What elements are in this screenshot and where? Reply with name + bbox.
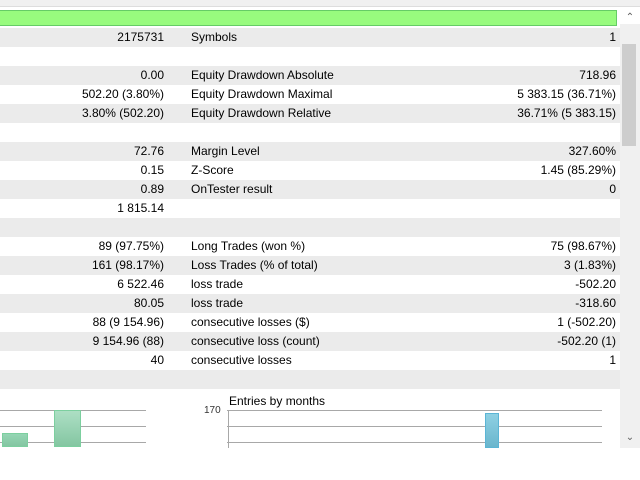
chart-bar (2, 433, 28, 447)
table-row: 89 (97.75%) Long Trades (won %) 75 (98.67%… (0, 237, 620, 256)
value-left: 6 522.46 (117, 277, 164, 291)
label-right: loss trade (191, 296, 244, 310)
table-row: 1 815.14 (0, 199, 620, 218)
value-left: 40 (150, 353, 164, 367)
label-right: Loss Trades (% of total) (191, 258, 318, 272)
value-right: -502.20 (575, 277, 616, 291)
table-row: 9 154.96 (88) consecutive loss (count) -50… (0, 332, 620, 351)
entries-chart-left (0, 410, 146, 447)
chart-bar (485, 413, 499, 448)
table-row: 161 (98.17%) Loss Trades (% of total) 3 (1… (0, 256, 620, 275)
label-right: Z-Score (191, 163, 234, 177)
value-right: 1.45 (85.29%) (540, 163, 616, 177)
value-left: 0.00 (140, 68, 164, 82)
table-row: 6 522.46 loss trade -502.20 (0, 275, 620, 294)
table-row: 40 consecutive losses 1 (0, 351, 620, 370)
scroll-down-icon[interactable]: ⌄ (620, 432, 640, 443)
value-right: -502.20 (1) (557, 334, 616, 348)
label-right: Margin Level (191, 144, 260, 158)
value-right: 0 (609, 182, 616, 196)
label-right: Long Trades (won %) (191, 239, 306, 253)
value-right: 1 (-502.20) (557, 315, 616, 329)
table-row: 72.76 Margin Level 327.60% (0, 142, 620, 161)
value-left: 89 (97.75%) (98, 239, 164, 253)
table-row (0, 123, 620, 142)
table-row: 502.20 (3.80%) Equity Drawdown Maximal 5 3… (0, 85, 620, 104)
value-left: 0.15 (140, 163, 164, 177)
value-right: 1 (609, 353, 616, 367)
value-right: 36.71% (5 383.15) (517, 106, 616, 120)
value-right: 3 (1.83%) (563, 258, 616, 272)
entries-by-months-chart: Entries by months 170 (186, 392, 606, 448)
top-border (0, 0, 640, 7)
value-left: 0.89 (140, 182, 164, 196)
value-right: 75 (98.67%) (550, 239, 616, 253)
table-row: 0.00 Equity Drawdown Absolute 718.96 (0, 66, 620, 85)
table-row: 2175731 Symbols 1 (0, 28, 620, 47)
table-row (0, 47, 620, 66)
label-right: OnTester result (191, 182, 273, 196)
label-right: Equity Drawdown Relative (191, 106, 332, 120)
chart-bar (54, 410, 81, 447)
scrollbar-thumb[interactable] (622, 44, 636, 146)
table-row (0, 218, 620, 237)
label-right: Equity Drawdown Absolute (191, 68, 334, 82)
table-row: 88 (9 154.96) consecutive losses ($) 1 (-5… (0, 313, 620, 332)
value-left: 88 (9 154.96) (92, 315, 164, 329)
y-tick-label: 170 (204, 405, 221, 416)
table-row: 3.80% (502.20) Equity Drawdown Relative 36… (0, 104, 620, 123)
value-left: 9 154.96 (88) (92, 334, 164, 348)
value-left: 3.80% (502.20) (81, 106, 164, 120)
value-left: 72.76 (133, 144, 164, 158)
value-left: 80.05 (133, 296, 164, 310)
value-right: 1 (609, 30, 616, 44)
label-right: consecutive losses ($) (191, 315, 310, 329)
label-right: Symbols (191, 30, 238, 44)
value-left: 502.20 (3.80%) (81, 87, 164, 101)
value-left: 1 815.14 (117, 201, 164, 215)
table-row: 80.05 loss trade -318.60 (0, 294, 620, 313)
chart-title: Entries by months (229, 394, 326, 408)
value-right: 718.96 (579, 68, 616, 82)
result-header-bar (0, 10, 617, 26)
value-right: -318.60 (575, 296, 616, 310)
value-right: 327.60% (568, 144, 616, 158)
stats-table: 2175731 Symbols 1 0.00 Equity Drawdown Absol… (0, 28, 620, 389)
scroll-up-icon[interactable]: ⌃ (620, 12, 640, 23)
value-left: 2175731 (117, 30, 164, 44)
table-row: 0.15 Z-Score 1.45 (85.29%) (0, 161, 620, 180)
value-right: 5 383.15 (36.71%) (517, 87, 616, 101)
value-left: 161 (98.17%) (91, 258, 164, 272)
label-right: consecutive losses (191, 353, 292, 367)
table-row: 0.89 OnTester result 0 (0, 180, 620, 199)
label-right: consecutive loss (count) (191, 334, 320, 348)
table-row (0, 370, 620, 389)
label-right: loss trade (191, 277, 244, 291)
label-right: Equity Drawdown Maximal (191, 87, 333, 101)
